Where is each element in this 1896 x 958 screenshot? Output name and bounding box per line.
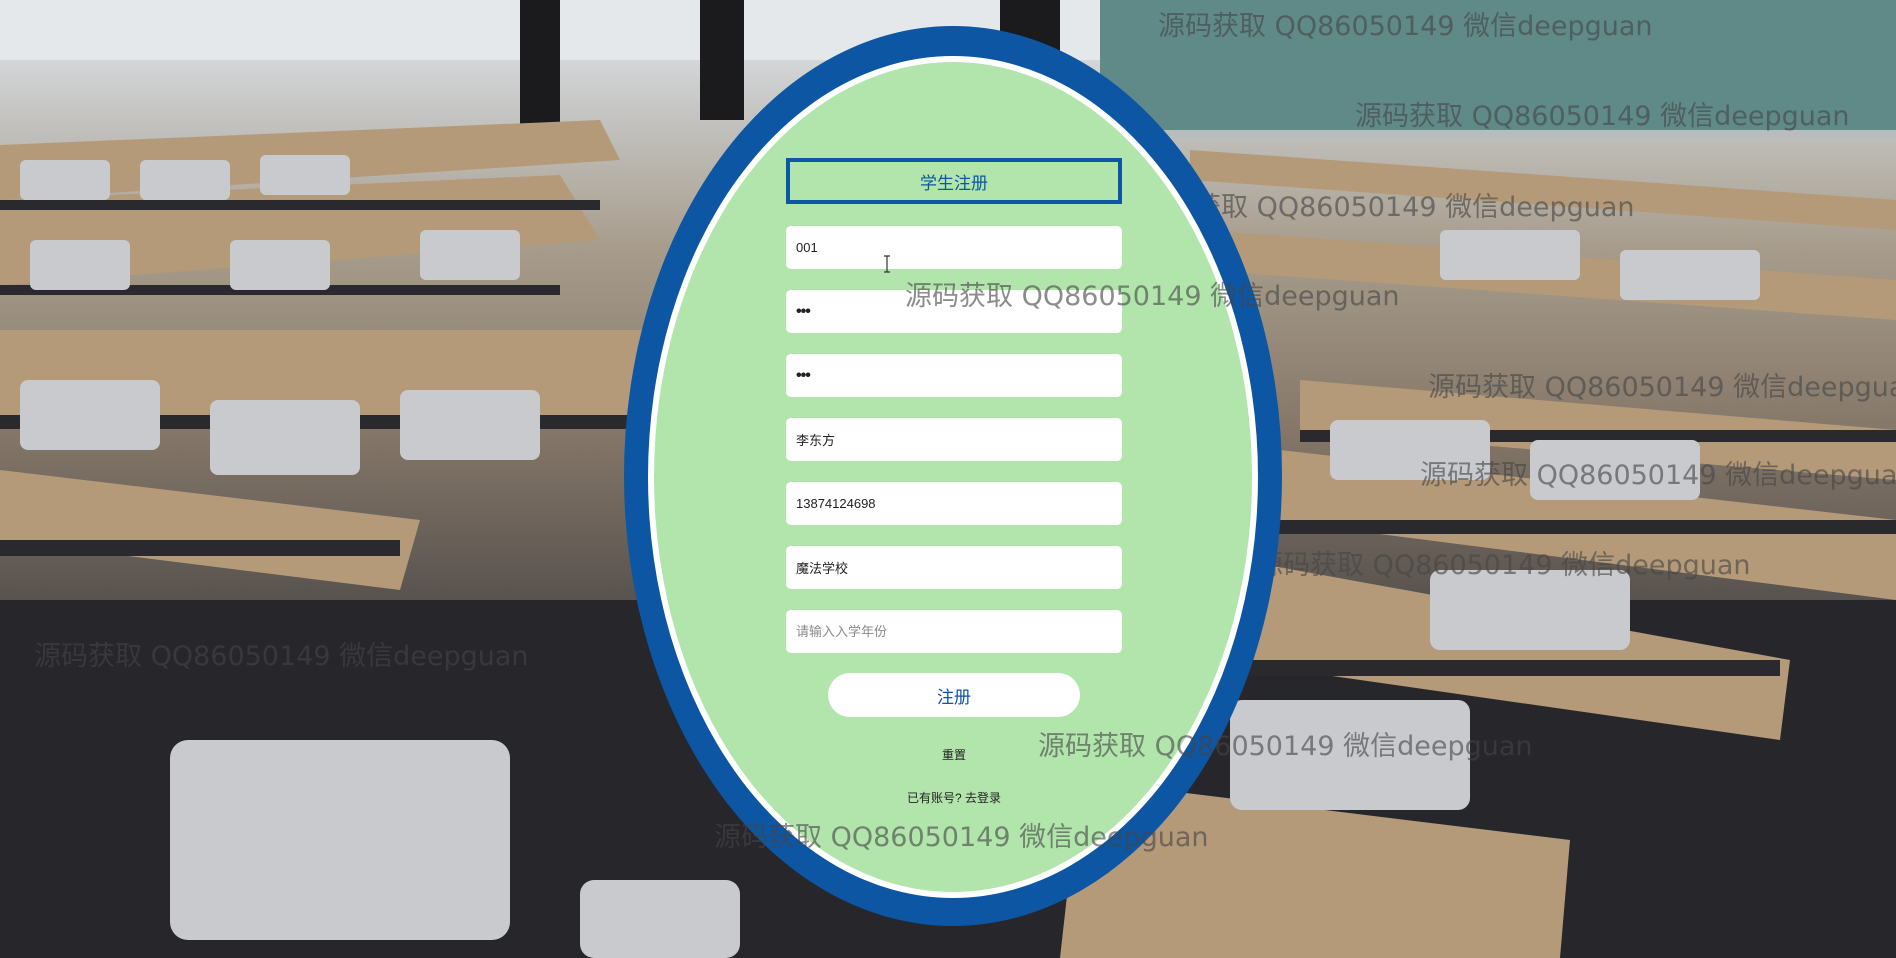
watermark-text: 源码获取 QQ86050149 微信deepguan <box>1420 460 1896 491</box>
watermark-text: 源码获取 QQ86050149 微信deepguan <box>1355 101 1850 132</box>
enroll-year-input[interactable] <box>786 610 1122 653</box>
watermark-text: 源码获取 QQ86050149 微信deepguan <box>34 641 529 672</box>
name-input[interactable] <box>786 418 1122 461</box>
school-input[interactable] <box>786 546 1122 589</box>
student-register-form: 学生注册 注册 重置 已有账号? 去登录 <box>786 158 1122 806</box>
account-input[interactable] <box>786 226 1122 269</box>
register-button[interactable]: 注册 <box>828 673 1080 717</box>
phone-input[interactable] <box>786 482 1122 525</box>
watermark-text: 源码获取 QQ86050149 微信deepguan <box>1158 11 1653 42</box>
login-prompt-text: 已有账号? <box>906 791 962 805</box>
confirm-password-input[interactable] <box>786 354 1122 397</box>
form-title: 学生注册 <box>786 158 1122 204</box>
watermark-text: 源码获取 QQ86050149 微信deepguan <box>1428 372 1896 403</box>
password-input[interactable] <box>786 290 1122 333</box>
reset-button[interactable]: 重置 <box>942 746 966 763</box>
login-prompt-line: 已有账号? 去登录 <box>786 789 1122 806</box>
go-login-link[interactable]: 去登录 <box>965 791 1001 805</box>
watermark-text: 源码获取 QQ86050149 微信deepguan <box>1256 550 1751 581</box>
